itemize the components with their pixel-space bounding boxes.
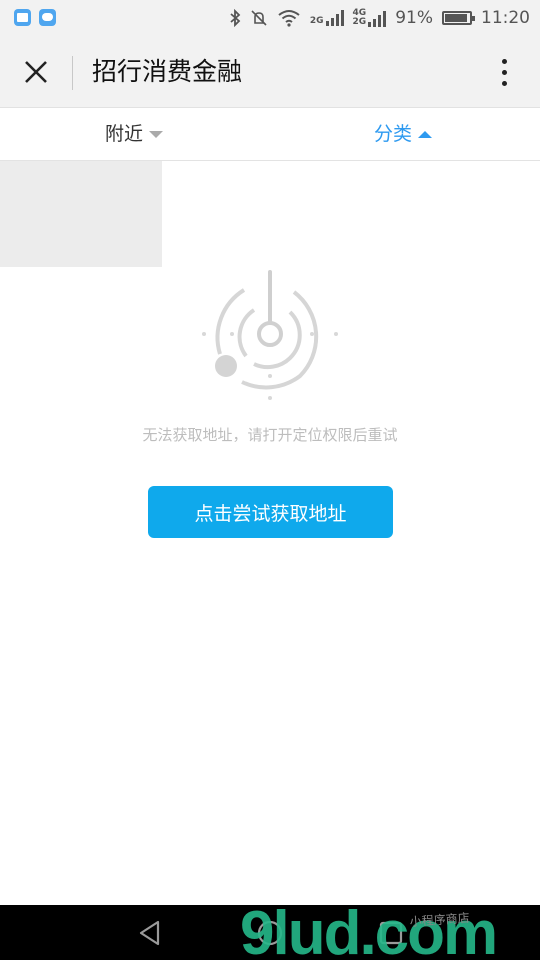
signal-sim1: 2G xyxy=(310,10,344,26)
tab-category[interactable]: 分类 xyxy=(374,108,433,160)
system-nav-bar xyxy=(0,905,540,960)
filter-tabs: 附近 分类 xyxy=(0,108,540,161)
bluetooth-icon xyxy=(230,9,241,27)
more-vertical-icon xyxy=(501,69,507,75)
tab-nearby-label: 附近 xyxy=(105,123,144,145)
tab-nearby[interactable]: 附近 xyxy=(105,108,164,160)
title-divider xyxy=(72,56,73,90)
more-vertical-icon xyxy=(501,58,507,64)
network-type-bottom: 2G xyxy=(352,17,367,27)
battery-percent: 91% xyxy=(395,8,433,28)
status-bar: 2G 4G 2G 91% 11:20 xyxy=(0,0,540,36)
recent-apps-icon[interactable] xyxy=(378,920,404,946)
more-vertical-icon xyxy=(501,80,507,86)
category-side-panel[interactable] xyxy=(0,161,162,267)
clock: 11:20 xyxy=(481,8,530,28)
close-icon xyxy=(25,61,47,83)
signal-sim2: 4G 2G xyxy=(353,9,387,27)
notification-icons xyxy=(14,9,56,26)
back-icon[interactable] xyxy=(136,919,164,947)
location-error-message: 无法获取地址，请打开定位权限后重试 xyxy=(142,426,398,444)
signal-bars-icon xyxy=(325,10,344,26)
radar-location-icon xyxy=(202,270,338,400)
more-menu-button[interactable] xyxy=(486,54,522,90)
close-button[interactable] xyxy=(14,50,58,94)
title-bar: 招行消费金融 xyxy=(0,36,540,108)
signal-bars-icon xyxy=(368,11,387,27)
caret-down-icon xyxy=(149,130,164,138)
mute-icon xyxy=(251,10,267,26)
wifi-icon xyxy=(278,10,300,27)
gallery-notification-icon xyxy=(14,9,31,26)
battery-icon xyxy=(442,11,475,25)
caret-up-icon xyxy=(418,130,433,138)
page-title: 招行消费金融 xyxy=(92,57,243,86)
tab-category-label: 分类 xyxy=(374,123,413,145)
status-indicators: 2G 4G 2G 91% 11:20 xyxy=(229,0,530,36)
message-notification-icon xyxy=(39,9,56,26)
network-type-label: 2G xyxy=(309,16,324,26)
retry-location-button[interactable]: 点击尝试获取地址 xyxy=(148,486,393,538)
home-icon[interactable] xyxy=(256,919,284,947)
network-type-dual: 4G 2G xyxy=(353,9,367,27)
